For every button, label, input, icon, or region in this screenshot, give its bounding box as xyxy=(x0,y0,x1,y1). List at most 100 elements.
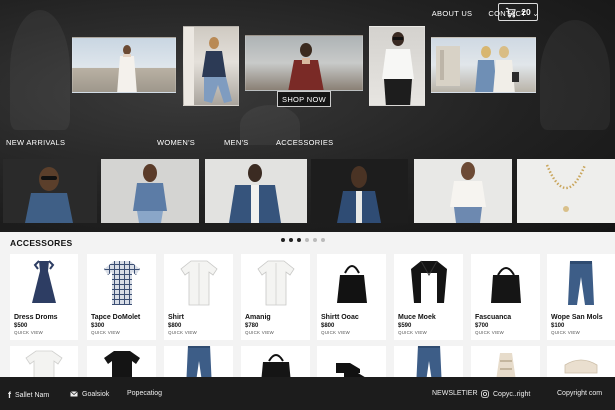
product-price: $100 xyxy=(551,323,565,329)
nav-about-link[interactable]: ABOUT US xyxy=(432,9,473,18)
hero-photo-woman-red-jacket[interactable] xyxy=(245,35,363,91)
dress-icon xyxy=(10,254,78,310)
product-price: $700 xyxy=(475,323,489,329)
product-name: Amanig xyxy=(245,314,271,321)
quick-view-link[interactable]: QUICK VIEW xyxy=(551,330,580,335)
category-womens[interactable]: WOMEN'S xyxy=(157,138,195,147)
footer-email-label: Goalsiok xyxy=(82,390,110,398)
black-sweater-icon xyxy=(87,348,156,377)
beige-loafer-icon xyxy=(547,348,615,377)
plaid-shirt-icon xyxy=(87,254,156,310)
footer-catalog-link[interactable]: Popecatiog xyxy=(127,390,162,397)
black-shoes-icon xyxy=(317,348,386,377)
product-card[interactable]: Muce Moek $590 QUICK VIEW xyxy=(394,254,463,340)
jeans-icon xyxy=(547,254,615,310)
strip-tile-pearl-necklace[interactable] xyxy=(517,159,615,223)
product-price: $300 xyxy=(91,323,105,329)
carousel-dot[interactable] xyxy=(289,238,293,242)
quick-view-link[interactable]: QUICK VIEW xyxy=(321,330,350,335)
product-card[interactable] xyxy=(471,346,540,377)
white-tee-icon xyxy=(10,348,78,377)
facebook-icon: f xyxy=(8,390,11,400)
product-name: Fascuanca xyxy=(475,314,512,321)
category-accessories[interactable]: ACCESSORIES xyxy=(276,138,333,147)
instagram-icon xyxy=(481,390,489,398)
jeans-icon xyxy=(394,346,463,377)
quick-view-link[interactable]: QUICK VIEW xyxy=(475,330,504,335)
hero-photo-woman-white-dress[interactable] xyxy=(72,37,176,93)
hero-bg-figure xyxy=(10,10,70,130)
accessories-section: ACCESSORES Dress Droms $500 QUICK VIEW Tapc… xyxy=(0,232,615,377)
footer-newsletter-link[interactable]: NEWSLETIER xyxy=(432,390,478,397)
carousel-dot[interactable] xyxy=(305,238,309,242)
footer-email-link[interactable]: Goalsiok xyxy=(70,390,109,398)
white-shirt-icon xyxy=(164,254,233,310)
product-price: $500 xyxy=(14,323,28,329)
product-card[interactable]: Dress Droms $500 QUICK VIEW xyxy=(10,254,78,340)
footer: f Sallet Nam Goalsiok Popecatiog NEWSLET… xyxy=(0,377,615,410)
hero-photo-two-women-street[interactable] xyxy=(431,37,536,93)
white-shirt-icon xyxy=(241,254,310,310)
carousel-dot[interactable] xyxy=(281,238,285,242)
quick-view-link[interactable]: QUICK VIEW xyxy=(91,330,120,335)
carousel-dots xyxy=(281,238,325,242)
section-title: ACCESSORES xyxy=(10,238,73,248)
strip-tile-man-denim-jacket[interactable] xyxy=(205,159,307,223)
carousel-dot[interactable] xyxy=(321,238,325,242)
product-card[interactable]: Wope San Mols $100 QUICK VIEW xyxy=(547,254,615,340)
product-card[interactable]: Shirt $800 QUICK VIEW xyxy=(164,254,233,340)
hero-photo-man-white-shirt[interactable] xyxy=(369,26,425,106)
hero-banner: ABOUT US CONTACT ⌄ 20 SHOP NOW NEW ARRIV… xyxy=(0,0,615,232)
category-new-arrivals[interactable]: NEW ARRIVALS xyxy=(6,138,65,147)
envelope-icon xyxy=(70,391,78,397)
product-card[interactable]: Fascuanca $700 QUICK VIEW xyxy=(471,254,540,340)
product-card[interactable] xyxy=(164,346,233,377)
shop-now-button[interactable]: SHOP NOW xyxy=(277,91,331,107)
product-price: $780 xyxy=(245,323,259,329)
product-card[interactable]: Shirtt Ooac $800 QUICK VIEW xyxy=(317,254,386,340)
product-price: $590 xyxy=(398,323,412,329)
beige-sandal-icon xyxy=(471,348,540,377)
quick-view-link[interactable]: QUICK VIEW xyxy=(168,330,197,335)
footer-facebook-label: Sallet Nam xyxy=(15,391,50,399)
product-card[interactable] xyxy=(547,346,615,377)
carousel-dot[interactable] xyxy=(297,238,301,242)
product-card[interactable] xyxy=(241,346,310,377)
product-name: Dress Droms xyxy=(14,314,58,321)
cart-count: 20 xyxy=(521,7,531,17)
jeans-icon xyxy=(164,346,233,377)
new-arrivals-strip xyxy=(0,159,615,223)
black-bag-icon xyxy=(241,348,310,377)
tote-bag-icon xyxy=(471,254,540,310)
cart-button[interactable]: 20 xyxy=(498,3,538,21)
product-name: Wope San Mols xyxy=(551,314,603,321)
shopping-cart-icon xyxy=(506,7,516,17)
quick-view-link[interactable]: QUICK VIEW xyxy=(14,330,43,335)
product-name: Shirt xyxy=(168,314,184,321)
product-card[interactable]: Amanig $780 QUICK VIEW xyxy=(241,254,310,340)
product-card[interactable]: Tapce DoMolet $300 QUICK VIEW xyxy=(87,254,156,340)
product-price: $800 xyxy=(321,323,335,329)
product-card[interactable] xyxy=(10,346,78,377)
product-price: $800 xyxy=(168,323,182,329)
hero-photo-woman-sitting-denim[interactable] xyxy=(183,26,239,106)
category-mens[interactable]: MEN'S xyxy=(224,138,249,147)
strip-tile-woman-denim-shirt[interactable] xyxy=(101,159,199,223)
leather-jacket-icon xyxy=(394,254,463,310)
strip-tile-woman-sunglasses[interactable] xyxy=(3,159,97,223)
footer-facebook-link[interactable]: f Sallet Nam xyxy=(8,390,49,400)
product-name: Tapce DoMolet xyxy=(91,314,141,321)
product-card[interactable] xyxy=(317,346,386,377)
strip-tile-woman-dark-denim[interactable] xyxy=(311,159,408,223)
quick-view-link[interactable]: QUICK VIEW xyxy=(398,330,427,335)
product-card[interactable] xyxy=(394,346,463,377)
handbag-icon xyxy=(317,254,386,310)
quick-view-link[interactable]: QUICK VIEW xyxy=(245,330,274,335)
strip-tile-woman-white-sweater[interactable] xyxy=(414,159,512,223)
product-name: Muce Moek xyxy=(398,314,436,321)
footer-instagram-label: Copyc..right xyxy=(493,390,531,398)
product-name: Shirtt Ooac xyxy=(321,314,359,321)
footer-instagram-link[interactable]: Copyc..right xyxy=(481,390,530,398)
carousel-dot[interactable] xyxy=(313,238,317,242)
product-card[interactable] xyxy=(87,346,156,377)
